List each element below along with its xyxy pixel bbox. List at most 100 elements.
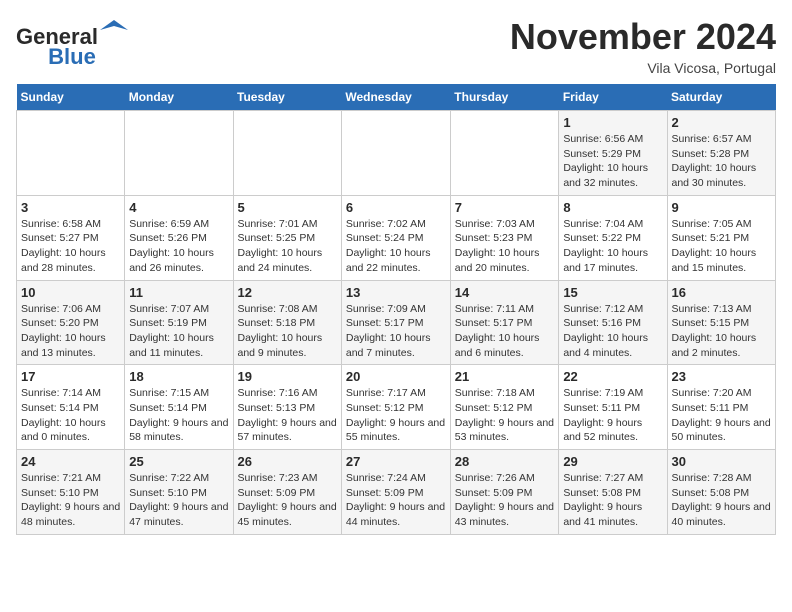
calendar-week-row: 3Sunrise: 6:58 AM Sunset: 5:27 PM Daylig… (17, 195, 776, 280)
day-number: 21 (455, 369, 555, 384)
calendar-cell: 9 Sunrise: 7:05 AM Sunset: 5:21 PM Daylig… (667, 195, 776, 280)
day-number: 17 (21, 369, 120, 384)
day-number: 25 (129, 454, 228, 469)
day-info: Sunrise: 7:21 AM Sunset: 5:10 PM Dayligh… (21, 471, 120, 530)
calendar-cell: 3Sunrise: 6:58 AM Sunset: 5:27 PM Daylig… (17, 195, 125, 280)
calendar-cell: 27 Sunrise: 7:24 AM Sunset: 5:09 PM Dayli… (341, 450, 450, 535)
day-number: 23 (672, 369, 772, 384)
calendar-cell: 11 Sunrise: 7:07 AM Sunset: 5:19 PM Dayli… (125, 280, 233, 365)
location-subtitle: Vila Vicosa, Portugal (510, 60, 776, 76)
month-title: November 2024 (510, 16, 776, 58)
header: General Blue November 2024 Vila Vicosa, … (16, 16, 776, 76)
day-number: 5 (238, 200, 337, 215)
calendar-cell: 19 Sunrise: 7:16 AM Sunset: 5:13 PM Dayli… (233, 365, 341, 450)
header-friday: Friday (559, 84, 667, 111)
day-info: Sunrise: 7:06 AM Sunset: 5:20 PM Dayligh… (21, 302, 120, 361)
day-number: 26 (238, 454, 337, 469)
calendar-cell: 18 Sunrise: 7:15 AM Sunset: 5:14 PM Dayli… (125, 365, 233, 450)
day-info: Sunrise: 7:23 AM Sunset: 5:09 PM Dayligh… (238, 471, 337, 530)
day-info: Sunrise: 7:20 AM Sunset: 5:11 PM Dayligh… (672, 386, 772, 445)
day-info: Sunrise: 7:08 AM Sunset: 5:18 PM Dayligh… (238, 302, 337, 361)
day-info: Sunrise: 6:57 AM Sunset: 5:28 PM Dayligh… (672, 132, 772, 191)
day-info: Sunrise: 7:01 AM Sunset: 5:25 PM Dayligh… (238, 217, 337, 276)
logo-bird-icon (100, 16, 128, 44)
calendar-week-row: 17 Sunrise: 7:14 AM Sunset: 5:14 PM Dayli… (17, 365, 776, 450)
calendar-cell: 15 Sunrise: 7:12 AM Sunset: 5:16 PM Dayli… (559, 280, 667, 365)
header-sunday: Sunday (17, 84, 125, 111)
day-info: Sunrise: 6:56 AM Sunset: 5:29 PM Dayligh… (563, 132, 662, 191)
calendar-cell: 5 Sunrise: 7:01 AM Sunset: 5:25 PM Daylig… (233, 195, 341, 280)
day-number: 15 (563, 285, 662, 300)
header-wednesday: Wednesday (341, 84, 450, 111)
calendar-cell (233, 111, 341, 196)
day-number: 9 (672, 200, 772, 215)
day-number: 18 (129, 369, 228, 384)
day-info: Sunrise: 7:05 AM Sunset: 5:21 PM Dayligh… (672, 217, 772, 276)
calendar-cell (450, 111, 559, 196)
day-info: Sunrise: 7:03 AM Sunset: 5:23 PM Dayligh… (455, 217, 555, 276)
day-info: Sunrise: 7:28 AM Sunset: 5:08 PM Dayligh… (672, 471, 772, 530)
day-number: 20 (346, 369, 446, 384)
day-number: 28 (455, 454, 555, 469)
day-info: Sunrise: 7:19 AM Sunset: 5:11 PM Dayligh… (563, 386, 662, 445)
day-info: Sunrise: 7:18 AM Sunset: 5:12 PM Dayligh… (455, 386, 555, 445)
day-info: Sunrise: 7:24 AM Sunset: 5:09 PM Dayligh… (346, 471, 446, 530)
day-info: Sunrise: 7:16 AM Sunset: 5:13 PM Dayligh… (238, 386, 337, 445)
day-info: Sunrise: 7:17 AM Sunset: 5:12 PM Dayligh… (346, 386, 446, 445)
day-number: 19 (238, 369, 337, 384)
day-number: 12 (238, 285, 337, 300)
calendar-week-row: 10 Sunrise: 7:06 AM Sunset: 5:20 PM Dayli… (17, 280, 776, 365)
calendar-cell: 2 Sunrise: 6:57 AM Sunset: 5:28 PM Daylig… (667, 111, 776, 196)
calendar-cell: 25 Sunrise: 7:22 AM Sunset: 5:10 PM Dayli… (125, 450, 233, 535)
calendar-cell: 1Sunrise: 6:56 AM Sunset: 5:29 PM Daylig… (559, 111, 667, 196)
calendar-cell: 14 Sunrise: 7:11 AM Sunset: 5:17 PM Dayli… (450, 280, 559, 365)
day-number: 3 (21, 200, 120, 215)
header-tuesday: Tuesday (233, 84, 341, 111)
day-info: Sunrise: 7:13 AM Sunset: 5:15 PM Dayligh… (672, 302, 772, 361)
day-number: 16 (672, 285, 772, 300)
calendar-cell (17, 111, 125, 196)
day-info: Sunrise: 7:22 AM Sunset: 5:10 PM Dayligh… (129, 471, 228, 530)
calendar-header-row: Sunday Monday Tuesday Wednesday Thursday… (17, 84, 776, 111)
calendar-cell: 21 Sunrise: 7:18 AM Sunset: 5:12 PM Dayli… (450, 365, 559, 450)
day-info: Sunrise: 6:59 AM Sunset: 5:26 PM Dayligh… (129, 217, 228, 276)
day-number: 27 (346, 454, 446, 469)
day-info: Sunrise: 7:07 AM Sunset: 5:19 PM Dayligh… (129, 302, 228, 361)
logo-text-blue: Blue (48, 44, 96, 70)
day-number: 8 (563, 200, 662, 215)
calendar-cell: 26 Sunrise: 7:23 AM Sunset: 5:09 PM Dayli… (233, 450, 341, 535)
day-info: Sunrise: 7:12 AM Sunset: 5:16 PM Dayligh… (563, 302, 662, 361)
day-number: 13 (346, 285, 446, 300)
day-number: 2 (672, 115, 772, 130)
calendar-cell: 30Sunrise: 7:28 AM Sunset: 5:08 PM Dayli… (667, 450, 776, 535)
calendar-cell: 20 Sunrise: 7:17 AM Sunset: 5:12 PM Dayli… (341, 365, 450, 450)
day-number: 22 (563, 369, 662, 384)
day-info: Sunrise: 7:26 AM Sunset: 5:09 PM Dayligh… (455, 471, 555, 530)
calendar-table: Sunday Monday Tuesday Wednesday Thursday… (16, 84, 776, 535)
calendar-cell: 8 Sunrise: 7:04 AM Sunset: 5:22 PM Daylig… (559, 195, 667, 280)
calendar-cell: 17 Sunrise: 7:14 AM Sunset: 5:14 PM Dayli… (17, 365, 125, 450)
calendar-cell: 7 Sunrise: 7:03 AM Sunset: 5:23 PM Daylig… (450, 195, 559, 280)
day-number: 10 (21, 285, 120, 300)
day-info: Sunrise: 7:15 AM Sunset: 5:14 PM Dayligh… (129, 386, 228, 445)
calendar-cell: 23 Sunrise: 7:20 AM Sunset: 5:11 PM Dayli… (667, 365, 776, 450)
day-number: 14 (455, 285, 555, 300)
day-number: 11 (129, 285, 228, 300)
day-info: Sunrise: 7:14 AM Sunset: 5:14 PM Dayligh… (21, 386, 120, 445)
calendar-cell: 28 Sunrise: 7:26 AM Sunset: 5:09 PM Dayli… (450, 450, 559, 535)
calendar-cell: 16 Sunrise: 7:13 AM Sunset: 5:15 PM Dayli… (667, 280, 776, 365)
calendar-cell (125, 111, 233, 196)
header-monday: Monday (125, 84, 233, 111)
day-info: Sunrise: 7:27 AM Sunset: 5:08 PM Dayligh… (563, 471, 662, 530)
calendar-cell: 24Sunrise: 7:21 AM Sunset: 5:10 PM Dayli… (17, 450, 125, 535)
calendar-cell: 6Sunrise: 7:02 AM Sunset: 5:24 PM Daylig… (341, 195, 450, 280)
day-number: 4 (129, 200, 228, 215)
day-info: Sunrise: 7:04 AM Sunset: 5:22 PM Dayligh… (563, 217, 662, 276)
header-thursday: Thursday (450, 84, 559, 111)
day-info: Sunrise: 7:11 AM Sunset: 5:17 PM Dayligh… (455, 302, 555, 361)
calendar-cell: 12 Sunrise: 7:08 AM Sunset: 5:18 PM Dayli… (233, 280, 341, 365)
logo: General Blue (16, 16, 128, 70)
day-number: 29 (563, 454, 662, 469)
day-number: 7 (455, 200, 555, 215)
calendar-cell: 4 Sunrise: 6:59 AM Sunset: 5:26 PM Daylig… (125, 195, 233, 280)
